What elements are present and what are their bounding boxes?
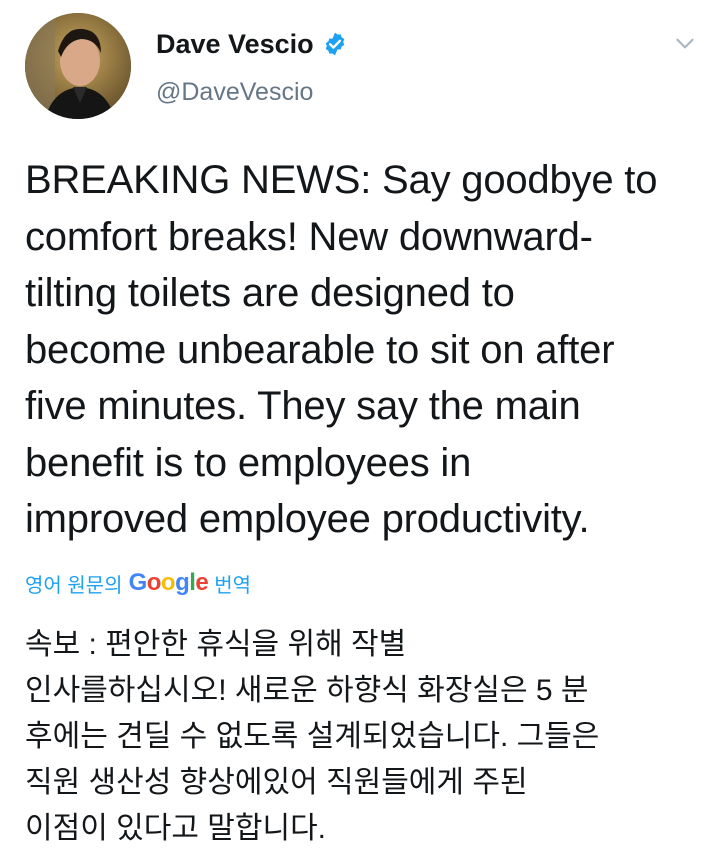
tweet-text: BREAKING NEWS: Say goodbye to comfort br… bbox=[25, 152, 705, 548]
google-letter: g bbox=[175, 569, 190, 596]
translated-text-line: 직원 생산성 향상에있어 직원들에게 주된 bbox=[25, 766, 528, 799]
google-logo: Google bbox=[129, 569, 209, 597]
author-handle[interactable]: @DaveVescio bbox=[156, 78, 313, 107]
google-letter: G bbox=[128, 569, 148, 596]
translated-text: 속보 : 편안한 휴식을 위해 작별 인사를하십시오! 새로운 하향식 화장실은… bbox=[25, 622, 705, 852]
translate-prefix: 영어 원문의 bbox=[25, 574, 123, 597]
verified-badge-icon bbox=[325, 32, 344, 56]
google-letter: o bbox=[160, 569, 176, 596]
translated-text-line: 인사를하십시오! 새로운 하향식 화장실은 5 분 bbox=[25, 674, 589, 707]
translate-suffix: 번역 bbox=[214, 574, 252, 597]
google-letter: o bbox=[146, 569, 162, 596]
tweet-text-line: BREAKING NEWS: Say goodbye to bbox=[25, 158, 658, 202]
chevron-down-icon[interactable] bbox=[672, 30, 698, 56]
author-name[interactable]: Dave Vescio bbox=[156, 29, 314, 60]
translated-text-line: 속보 : 편안한 휴식을 위해 작별 bbox=[25, 628, 407, 661]
translated-text-line: 이점이 있다고 말합니다. bbox=[25, 812, 327, 845]
tweet-text-line: tilting toilets are designed to bbox=[25, 271, 515, 315]
tweet-text-line: become unbearable to sit on after bbox=[25, 327, 615, 372]
google-letter: e bbox=[195, 569, 209, 596]
tweet-text-line: five minutes. They say the main bbox=[25, 384, 581, 428]
author-name-row: Dave Vescio bbox=[156, 26, 348, 62]
tweet-text-line: comfort breaks! New downward- bbox=[25, 214, 593, 259]
tweet-text-line: improved employee productivity. bbox=[25, 497, 590, 541]
translated-text-line: 후에는 견딜 수 없도록 설계되었습니다. 그들은 bbox=[25, 720, 600, 753]
tweet-header: Dave Vescio @DaveVescio bbox=[0, 0, 720, 130]
translate-link[interactable]: 영어 원문의 Google 번역 bbox=[25, 566, 251, 600]
avatar[interactable] bbox=[25, 13, 131, 119]
tweet-text-line: benefit is to employees in bbox=[25, 440, 472, 485]
